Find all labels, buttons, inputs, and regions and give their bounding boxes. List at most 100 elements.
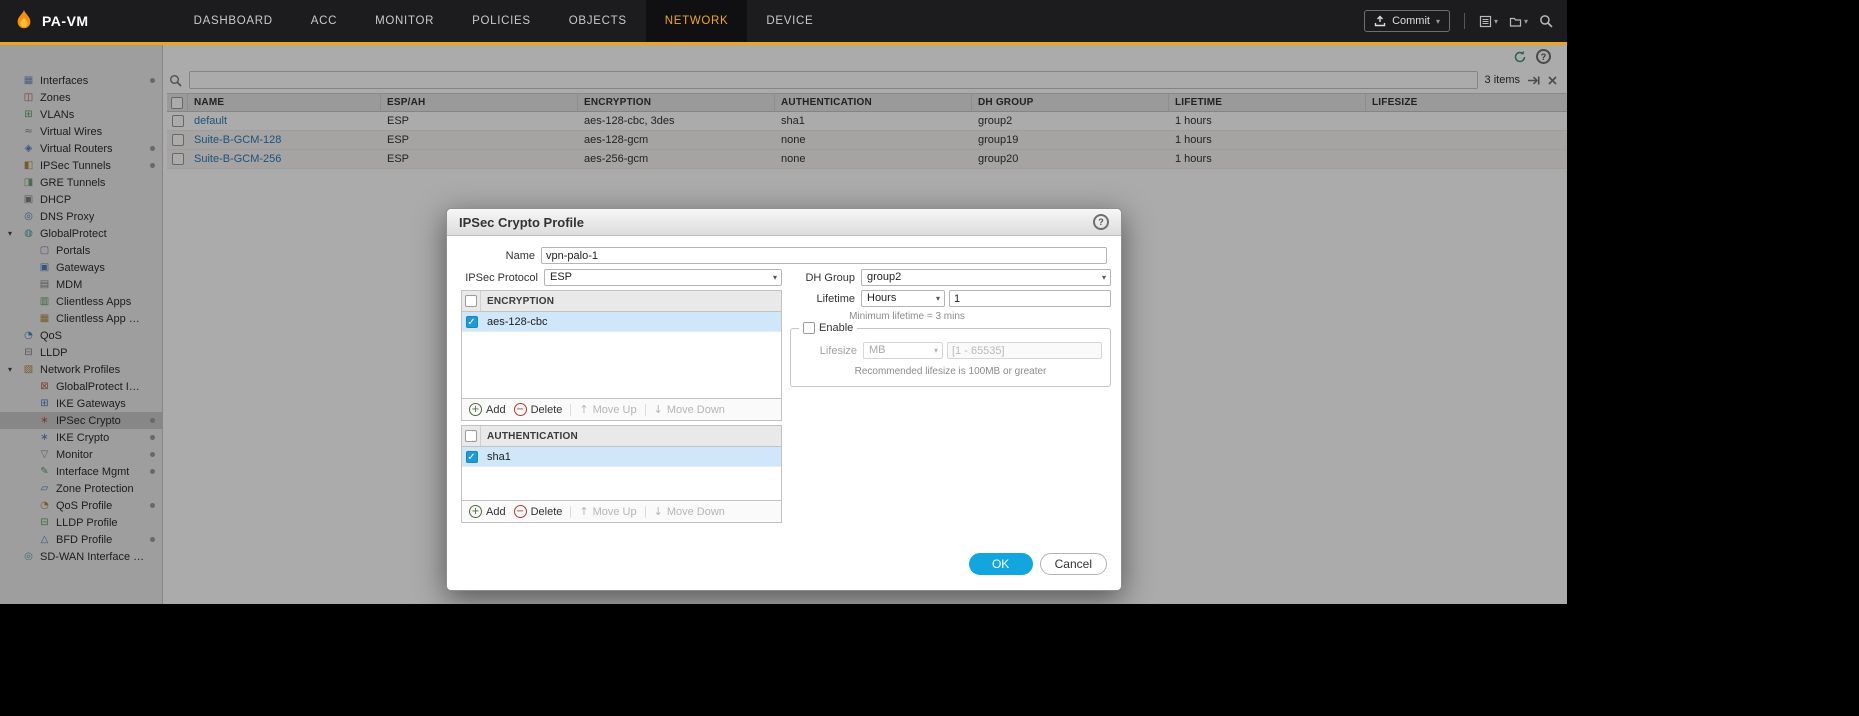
plus-icon: + (469, 505, 482, 518)
dh-group-label: DH Group (790, 272, 855, 284)
logo: PA-VM (14, 9, 89, 33)
ipsec-protocol-label: IPSec Protocol (461, 272, 538, 284)
search-icon (1539, 14, 1553, 28)
divider (1464, 13, 1465, 29)
ipsec-protocol-select[interactable]: ESP ▾ (544, 269, 782, 286)
tab-network[interactable]: NETWORK (646, 0, 748, 42)
arrow-up-icon: ↑ (579, 403, 588, 416)
tab-policies[interactable]: POLICIES (453, 0, 550, 42)
add-label: Add (486, 506, 506, 518)
divider (570, 404, 571, 416)
add-button[interactable]: + Add (469, 505, 506, 518)
name-label: Name (461, 250, 535, 262)
arrow-up-icon: ↑ (579, 505, 588, 518)
add-button[interactable]: + Add (469, 403, 506, 416)
encryption-list-header: ENCRYPTION (462, 291, 781, 312)
config-save-button[interactable]: ▾ (1509, 15, 1528, 28)
lifesize-label: Lifesize (799, 345, 857, 357)
chevron-down-icon: ▾ (936, 294, 940, 303)
chevron-down-icon: ▾ (773, 273, 777, 282)
move-up-button[interactable]: ↑ Move Up (579, 505, 636, 518)
authentication-list-actions: + Add −Delete ↑ Move Up ↓Move Down (462, 500, 781, 522)
dialog-right-column: DH Group group2 ▾ Lifetime Hours ▾ (790, 269, 1111, 387)
lifetime-unit-select[interactable]: Hours ▾ (861, 290, 945, 307)
topbar-actions: Commit ▾ ▾ ▾ (1364, 10, 1553, 32)
arrow-down-icon: ↓ (654, 505, 663, 518)
lifetime-note: Minimum lifetime = 3 mins (807, 311, 1007, 322)
chevron-down-icon: ▾ (934, 346, 938, 355)
enable-label: Enable (819, 322, 853, 334)
tab-dashboard[interactable]: DASHBOARD (175, 0, 292, 42)
lifetime-label: Lifetime (790, 293, 855, 305)
list-item-label: aes-128-cbc (481, 316, 548, 328)
select-all-cell (462, 291, 481, 311)
app-window: PA-VM DASHBOARDACCMONITORPOLICIESOBJECTS… (0, 0, 1567, 604)
lifetime-value-field[interactable] (949, 290, 1111, 307)
dh-group-value: group2 (867, 271, 901, 283)
encryption-list: ENCRYPTION aes-128-cbc + Add −Delete ↑ Mov… (461, 290, 782, 421)
tab-device[interactable]: DEVICE (747, 0, 832, 42)
list-rows: aes-128-cbc (462, 312, 781, 332)
divider (645, 404, 646, 416)
move-down-button[interactable]: ↓Move Down (654, 505, 725, 518)
tasks-icon (1479, 15, 1492, 28)
enable-checkbox[interactable] (803, 322, 815, 334)
chevron-down-icon: ▾ (1102, 273, 1106, 282)
task-manager-button[interactable]: ▾ (1479, 15, 1498, 28)
pan-flame-logo-icon (14, 9, 34, 33)
authentication-list: AUTHENTICATION sha1 +Add −Delete ↑Move U… (461, 425, 782, 523)
dialog-body: Name IPSec Protocol ESP ▾ (447, 236, 1121, 590)
select-all-checkbox[interactable] (465, 295, 477, 307)
delete-label: Delete (531, 506, 563, 518)
commit-button[interactable]: Commit ▾ (1364, 10, 1450, 32)
encryption-list-actions: + Add −Delete ↑ Move Up ↓Move Down (462, 398, 781, 420)
lifesize-value-field[interactable] (947, 342, 1102, 359)
delete-button[interactable]: −Delete (514, 403, 563, 416)
plus-icon: + (469, 403, 482, 416)
checkbox[interactable] (466, 316, 478, 328)
chevron-down-icon: ▾ (1494, 17, 1498, 26)
delete-button[interactable]: −Delete (514, 505, 563, 518)
list-empty-area (462, 467, 781, 500)
global-search-button[interactable] (1539, 14, 1553, 28)
folder-icon (1509, 15, 1522, 28)
topbar: PA-VM DASHBOARDACCMONITORPOLICIESOBJECTS… (0, 0, 1567, 42)
divider (570, 506, 571, 518)
select-all-checkbox[interactable] (465, 430, 477, 442)
move-up-label: Move Up (593, 506, 637, 518)
minus-icon: − (514, 403, 527, 416)
move-up-label: Move Up (593, 404, 637, 416)
dialog-title: IPSec Crypto Profile (459, 215, 584, 230)
list-empty-area (462, 332, 781, 398)
cancel-button[interactable]: Cancel (1040, 553, 1107, 575)
move-down-button[interactable]: ↓Move Down (654, 403, 725, 416)
list-item-checkbox-cell (462, 451, 481, 463)
name-field[interactable] (541, 247, 1107, 264)
delete-label: Delete (531, 404, 563, 416)
move-up-button[interactable]: ↑ Move Up (579, 403, 636, 416)
lifetime-unit-value: Hours (867, 292, 896, 304)
lifesize-note: Recommended lifesize is 100MB or greater (799, 366, 1102, 377)
add-label: Add (486, 404, 506, 416)
commit-icon (1374, 15, 1386, 27)
tab-objects[interactable]: OBJECTS (550, 0, 646, 42)
logo-text: PA-VM (42, 13, 89, 29)
dh-group-select[interactable]: group2 ▾ (861, 269, 1111, 286)
checkbox[interactable] (466, 451, 478, 463)
ipsec-crypto-profile-dialog: IPSec Crypto Profile ? Name IPSec Protoc… (446, 208, 1122, 591)
ok-button[interactable]: OK (969, 553, 1033, 575)
tab-monitor[interactable]: MONITOR (356, 0, 453, 42)
chevron-down-icon: ▾ (1436, 17, 1440, 26)
list-item[interactable]: sha1 (462, 447, 781, 467)
dialog-left-column: IPSec Protocol ESP ▾ ENCRYPTION aes-128-… (461, 269, 782, 527)
main-nav: DASHBOARDACCMONITORPOLICIESOBJECTSNETWOR… (175, 0, 833, 42)
list-item-label: sha1 (481, 451, 511, 463)
ipsec-protocol-value: ESP (550, 271, 572, 283)
dialog-help-button[interactable]: ? (1093, 214, 1109, 230)
arrow-down-icon: ↓ (654, 403, 663, 416)
list-item[interactable]: aes-128-cbc (462, 312, 781, 332)
lifesize-unit-value: MB (869, 344, 886, 356)
tab-acc[interactable]: ACC (292, 0, 356, 42)
lifesize-group: Enable Lifesize MB ▾ Recommended lifesiz… (790, 328, 1111, 387)
lifesize-unit-select[interactable]: MB ▾ (863, 342, 943, 359)
